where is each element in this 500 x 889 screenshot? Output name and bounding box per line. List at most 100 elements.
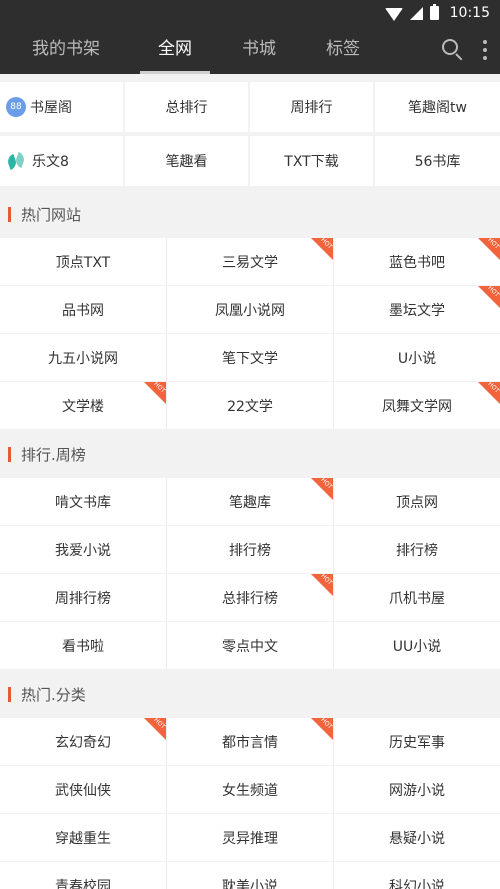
grid-row: 穿越重生 灵异推理 悬疑小说 — [0, 814, 500, 861]
featured-sites: 88 书屋阁 总排行 周排行 笔趣阁tw 乐文8 笔趣看 TXT下载 56书库 — [0, 74, 500, 186]
grid-item[interactable]: 笔趣库 HOT — [167, 478, 334, 525]
grid-item[interactable]: U小说 — [334, 334, 500, 381]
site-weekly-rank[interactable]: 周排行 — [250, 82, 375, 132]
tab-bookshelf[interactable]: 我的书架 — [0, 26, 132, 74]
grid-item[interactable]: 耽美小说 — [167, 862, 334, 889]
grid-item-label: 穿越重生 — [55, 830, 111, 847]
tab-bookstore[interactable]: 书城 — [218, 26, 300, 74]
grid-item-label: 都市言情 — [222, 734, 278, 751]
grid-row: 玄幻奇幻 HOT 都市言情 HOT 历史军事 — [0, 718, 500, 765]
grid-item[interactable]: 爪机书屋 — [334, 574, 500, 621]
grid-item[interactable]: 灵异推理 — [167, 814, 334, 861]
grid-row: 青春校园 耽美小说 科幻小说 — [0, 862, 500, 889]
signal-icon — [409, 6, 423, 20]
grid-item-label: 笔下文学 — [222, 350, 278, 367]
battery-icon — [429, 4, 439, 20]
grid-item[interactable]: 顶点TXT — [0, 238, 167, 285]
grid-item-label: 看书啦 — [62, 638, 104, 655]
grid-item[interactable]: 蓝色书吧 HOT — [334, 238, 500, 285]
site-biquge-tw[interactable]: 笔趣阁tw — [375, 82, 500, 132]
featured-row: 88 书屋阁 总排行 周排行 笔趣阁tw — [0, 82, 500, 132]
grid-row: 武侠仙侠 女生频道 网游小说 — [0, 766, 500, 813]
grid-item[interactable]: 总排行榜 HOT — [167, 574, 334, 621]
grid-item[interactable]: 笔下文学 — [167, 334, 334, 381]
site-shuwuge[interactable]: 88 书屋阁 — [0, 82, 125, 132]
grid-item-label: 凤舞文学网 — [382, 398, 452, 415]
search-icon[interactable] — [442, 39, 464, 61]
grid-item-label: 文学楼 — [62, 398, 104, 415]
grid-item[interactable]: 网游小说 — [334, 766, 500, 813]
section-title: 热门网站 — [21, 205, 82, 224]
grid-item[interactable]: 青春校园 — [0, 862, 167, 889]
grid-item-label: 九五小说网 — [48, 350, 118, 367]
grid-item[interactable]: 三易文学 HOT — [167, 238, 334, 285]
grid-item-label: 女生频道 — [222, 782, 278, 799]
grid-item[interactable]: 武侠仙侠 — [0, 766, 167, 813]
grid-item[interactable]: 女生频道 — [167, 766, 334, 813]
section-accent-bar — [8, 206, 11, 222]
section-accent-bar — [8, 686, 11, 702]
tab-tags[interactable]: 标签 — [300, 26, 386, 74]
grid-item[interactable]: 我爱小说 — [0, 526, 167, 573]
grid-row: 品书网 凤凰小说网 墨坛文学 HOT — [0, 286, 500, 333]
grid-item-label: 灵异推理 — [222, 830, 278, 847]
grid-item-label: U小说 — [397, 350, 437, 367]
grid-item-label: 三易文学 — [222, 254, 278, 271]
grid-item-label: 零点中文 — [222, 638, 278, 655]
grid-item[interactable]: 排行榜 — [334, 526, 500, 573]
grid-item-label: 凤凰小说网 — [215, 302, 285, 319]
grid-row: 顶点TXT 三易文学 HOT 蓝色书吧 HOT — [0, 238, 500, 285]
grid-item-label: 22文学 — [227, 398, 273, 415]
grid-item-label: 青春校园 — [55, 878, 111, 889]
grid-item[interactable]: 科幻小说 — [334, 862, 500, 889]
status-bar: 10:15 — [0, 0, 500, 26]
section-title: 排行.周榜 — [21, 445, 86, 464]
grid-row: 九五小说网 笔下文学 U小说 — [0, 334, 500, 381]
grid-item-label: 总排行榜 — [222, 590, 278, 607]
grid-item[interactable]: 文学楼 HOT — [0, 382, 167, 429]
grid-item[interactable]: 啃文书库 — [0, 478, 167, 525]
section-grid: 玄幻奇幻 HOT 都市言情 HOT 历史军事 武侠仙侠 女生频道 网游小说 穿越重生 灵异推理 悬疑… — [0, 718, 500, 889]
site-txt-download[interactable]: TXT下载 — [250, 136, 375, 186]
grid-item[interactable]: UU小说 — [334, 622, 500, 669]
grid-item-label: 顶点网 — [396, 494, 438, 511]
grid-item[interactable]: 九五小说网 — [0, 334, 167, 381]
grid-item[interactable]: 零点中文 — [167, 622, 334, 669]
grid-item-label: 我爱小说 — [55, 542, 111, 559]
grid-item-label: 玄幻奇幻 — [55, 734, 111, 751]
lewen-logo-icon — [5, 151, 28, 171]
grid-item[interactable]: 穿越重生 — [0, 814, 167, 861]
grid-item[interactable]: 排行榜 — [167, 526, 334, 573]
grid-item[interactable]: 品书网 — [0, 286, 167, 333]
top-nav: 我的书架 全网 书城 标签 — [0, 26, 500, 74]
site-56-library[interactable]: 56书库 — [375, 136, 500, 186]
site-biqukan[interactable]: 笔趣看 — [125, 136, 250, 186]
grid-item-label: 排行榜 — [396, 542, 438, 559]
section-header: 排行.周榜 — [0, 430, 500, 478]
nav-actions — [442, 26, 488, 74]
grid-item[interactable]: 周排行榜 — [0, 574, 167, 621]
grid-item-label: 排行榜 — [229, 542, 271, 559]
site-lewen8[interactable]: 乐文8 — [0, 136, 125, 186]
status-time: 10:15 — [449, 5, 490, 21]
grid-item[interactable]: 悬疑小说 — [334, 814, 500, 861]
grid-item[interactable]: 看书啦 — [0, 622, 167, 669]
grid-item-label: UU小说 — [392, 638, 442, 655]
more-menu-icon[interactable] — [482, 40, 488, 60]
section-header: 热门.分类 — [0, 670, 500, 718]
section-accent-bar — [8, 446, 11, 462]
grid-item[interactable]: 顶点网 — [334, 478, 500, 525]
grid-item[interactable]: 玄幻奇幻 HOT — [0, 718, 167, 765]
grid-row: 啃文书库 笔趣库 HOT 顶点网 — [0, 478, 500, 525]
grid-item[interactable]: 历史军事 — [334, 718, 500, 765]
grid-item[interactable]: 都市言情 HOT — [167, 718, 334, 765]
grid-item[interactable]: 22文学 — [167, 382, 334, 429]
tab-all-web[interactable]: 全网 — [132, 26, 218, 74]
grid-row: 周排行榜 总排行榜 HOT 爪机书屋 — [0, 574, 500, 621]
site-total-rank[interactable]: 总排行 — [125, 82, 250, 132]
grid-item[interactable]: 凤凰小说网 — [167, 286, 334, 333]
section-title: 热门.分类 — [21, 685, 86, 704]
grid-item-label: 笔趣库 — [229, 494, 271, 511]
grid-item[interactable]: 墨坛文学 HOT — [334, 286, 500, 333]
grid-item[interactable]: 凤舞文学网 HOT — [334, 382, 500, 429]
